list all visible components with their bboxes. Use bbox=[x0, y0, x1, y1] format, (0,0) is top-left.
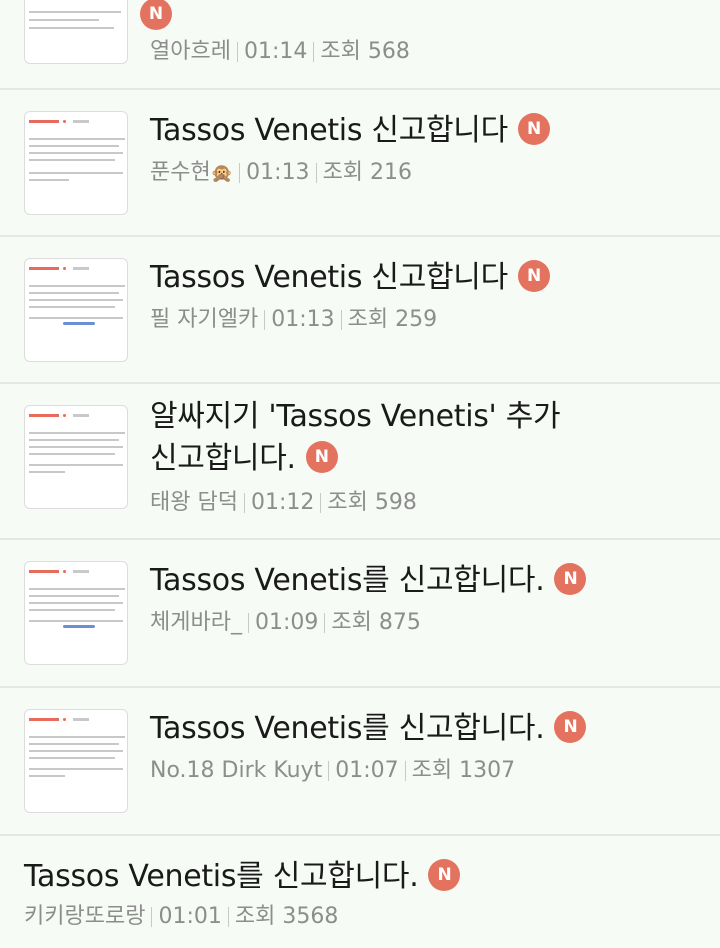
post-title-line[interactable]: 신고합니다. bbox=[150, 441, 296, 476]
post-author[interactable]: 열아흐레 bbox=[150, 39, 231, 64]
views-label: 조회 bbox=[320, 39, 361, 64]
divider bbox=[151, 907, 153, 927]
post-author[interactable]: 푼수현 bbox=[150, 160, 211, 185]
post-title-text[interactable]: Tassos Venetis를 신고합니다. bbox=[150, 563, 545, 598]
divider bbox=[247, 613, 249, 633]
views-label: 조회 bbox=[327, 490, 368, 515]
post-title[interactable]: Tassos Venetis 신고합니다 N bbox=[150, 110, 600, 152]
post-thumbnail[interactable] bbox=[24, 709, 128, 813]
post-title[interactable]: Tassos Venetis를 신고합니다. N bbox=[150, 560, 640, 602]
new-badge-icon: N bbox=[517, 112, 550, 145]
post-list: N 열아흐레 01:14 조회 568 Tassos Venetis 신고합니다 N … bbox=[0, 0, 720, 948]
post-title[interactable]: 알싸지기 'Tassos Venetis' 추가 신고합니다. N bbox=[150, 396, 620, 480]
view-count: 216 bbox=[370, 160, 413, 185]
view-count: 568 bbox=[367, 39, 410, 64]
divider bbox=[340, 310, 342, 330]
post-author[interactable]: 체게바라_ bbox=[150, 610, 242, 635]
list-item[interactable]: N 열아흐레 01:14 조회 568 bbox=[0, 0, 720, 90]
post-time: 01:13 bbox=[271, 307, 335, 332]
post-time: 01:09 bbox=[254, 610, 319, 635]
post-title[interactable]: Tassos Venetis를 신고합니다. N bbox=[24, 856, 700, 898]
list-item[interactable]: Tassos Venetis 신고합니다 N 푼수현🙊 01:13 조회 216 bbox=[0, 90, 720, 237]
post-time: 01:01 bbox=[158, 904, 222, 929]
post-time: 01:12 bbox=[250, 490, 315, 515]
post-author[interactable]: 필 자기엘카 bbox=[150, 307, 258, 332]
post-title-text[interactable]: Tassos Venetis를 신고합니다. bbox=[150, 711, 545, 746]
divider bbox=[404, 761, 406, 781]
views-label: 조회 bbox=[347, 307, 389, 332]
divider bbox=[239, 163, 241, 183]
divider bbox=[320, 493, 322, 513]
post-thumbnail[interactable] bbox=[24, 561, 128, 665]
post-thumbnail[interactable] bbox=[24, 258, 128, 362]
post-meta: 태왕 담덕 01:12 조회 598 bbox=[150, 488, 700, 518]
new-badge-icon: N bbox=[140, 0, 172, 30]
view-count: 1307 bbox=[459, 758, 516, 783]
post-author[interactable]: 키키랑또로랑 bbox=[24, 904, 145, 929]
views-label: 조회 bbox=[331, 610, 372, 635]
list-item[interactable]: Tassos Venetis를 신고합니다. N No.18 Dirk Kuyt 0… bbox=[0, 688, 720, 836]
post-thumbnail[interactable] bbox=[24, 405, 128, 509]
divider bbox=[324, 613, 326, 633]
post-author[interactable]: 태왕 담덕 bbox=[150, 490, 238, 515]
new-badge-icon: N bbox=[305, 440, 338, 473]
new-badge-icon: N bbox=[517, 259, 550, 292]
post-title[interactable]: Tassos Venetis 신고합니다 N bbox=[150, 257, 600, 299]
post-meta: 열아흐레 01:14 조회 568 bbox=[150, 37, 700, 67]
views-label: 조회 bbox=[322, 160, 364, 185]
post-time: 01:14 bbox=[243, 39, 308, 64]
divider bbox=[315, 163, 317, 183]
post-meta: No.18 Dirk Kuyt 01:07 조회 1307 bbox=[150, 756, 700, 786]
post-title-text[interactable]: Tassos Venetis 신고합니다 bbox=[150, 260, 508, 295]
post-meta: 필 자기엘카 01:13 조회 259 bbox=[150, 305, 700, 335]
list-item[interactable]: 알싸지기 'Tassos Venetis' 추가 신고합니다. N 태왕 담덕 01… bbox=[0, 384, 720, 540]
new-badge-icon: N bbox=[554, 562, 587, 595]
post-author[interactable]: No.18 Dirk Kuyt bbox=[150, 758, 322, 783]
post-thumbnail[interactable] bbox=[24, 111, 128, 215]
divider bbox=[243, 493, 245, 513]
views-label: 조회 bbox=[411, 758, 453, 783]
divider bbox=[264, 310, 266, 330]
divider bbox=[313, 42, 315, 62]
divider bbox=[227, 907, 229, 927]
post-meta: 푼수현🙊 01:13 조회 216 bbox=[150, 158, 700, 189]
post-thumbnail[interactable] bbox=[24, 0, 128, 64]
post-title[interactable]: Tassos Venetis를 신고합니다. N bbox=[150, 708, 640, 750]
list-item[interactable]: Tassos Venetis를 신고합니다. N 키키랑또로랑 01:01 조회 35… bbox=[0, 836, 720, 948]
post-title-text[interactable]: Tassos Venetis를 신고합니다. bbox=[24, 859, 419, 894]
divider bbox=[328, 761, 330, 781]
post-meta: 체게바라_ 01:09 조회 875 bbox=[150, 608, 700, 638]
new-badge-icon: N bbox=[428, 858, 461, 891]
view-count: 598 bbox=[374, 490, 417, 515]
new-badge-icon: N bbox=[554, 710, 587, 743]
monkey-emoji-icon: 🙊 bbox=[210, 163, 234, 184]
view-count: 3568 bbox=[282, 904, 339, 929]
post-time: 01:13 bbox=[246, 160, 310, 185]
view-count: 875 bbox=[378, 610, 421, 635]
divider bbox=[236, 42, 238, 62]
list-item[interactable]: Tassos Venetis를 신고합니다. N 체게바라_ 01:09 조회 875 bbox=[0, 540, 720, 688]
post-time: 01:07 bbox=[335, 758, 399, 783]
post-meta: 키키랑또로랑 01:01 조회 3568 bbox=[24, 902, 700, 932]
post-title-text[interactable]: Tassos Venetis 신고합니다 bbox=[150, 113, 508, 148]
list-item[interactable]: Tassos Venetis 신고합니다 N 필 자기엘카 01:13 조회 259 bbox=[0, 237, 720, 384]
views-label: 조회 bbox=[234, 904, 276, 929]
view-count: 259 bbox=[395, 307, 438, 332]
post-title-line[interactable]: 알싸지기 'Tassos Venetis' 추가 bbox=[150, 396, 620, 438]
